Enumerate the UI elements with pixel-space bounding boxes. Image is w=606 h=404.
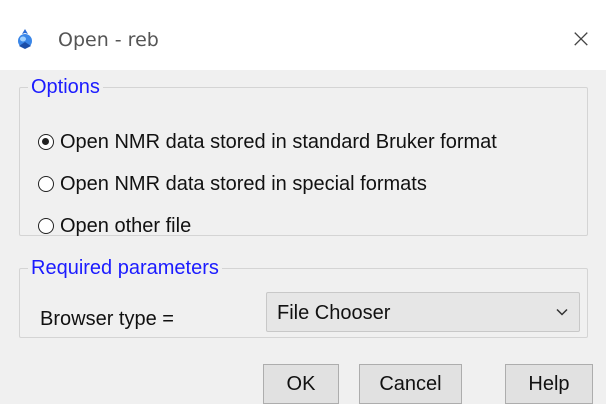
browser-type-label: Browser type = — [40, 308, 174, 330]
close-icon[interactable]: × — [566, 24, 596, 54]
radio-label: Open NMR data stored in special formats — [60, 172, 427, 195]
radio-label: Open NMR data stored in standard Bruker … — [60, 130, 497, 153]
window-title: Open - reb — [58, 29, 159, 51]
cancel-button[interactable]: Cancel — [359, 364, 462, 404]
topspin-app-icon — [14, 28, 36, 50]
radio-label: Open other file — [60, 214, 192, 237]
radio-button[interactable] — [38, 176, 54, 192]
radio-other-file[interactable]: Open other file — [38, 211, 191, 241]
title-bar: Open - reb × — [0, 0, 606, 71]
radio-special-formats[interactable]: Open NMR data stored in special formats — [38, 169, 427, 199]
ok-button[interactable]: OK — [263, 364, 339, 404]
params-legend: Required parameters — [31, 257, 219, 279]
required-parameters-group: Required parameters Browser type = File … — [19, 257, 588, 338]
radio-button[interactable] — [38, 218, 54, 234]
radio-button-checked[interactable] — [38, 134, 54, 150]
browser-type-select[interactable]: File Chooser — [266, 292, 580, 332]
browser-type-value: File Chooser — [277, 302, 391, 324]
dialog-body: Options Open NMR data stored in standard… — [0, 70, 606, 404]
help-button[interactable]: Help — [505, 364, 593, 404]
options-legend: Options — [31, 76, 100, 98]
radio-standard-bruker[interactable]: Open NMR data stored in standard Bruker … — [38, 127, 497, 157]
options-group: Options Open NMR data stored in standard… — [19, 76, 588, 237]
chevron-down-icon — [555, 305, 569, 319]
